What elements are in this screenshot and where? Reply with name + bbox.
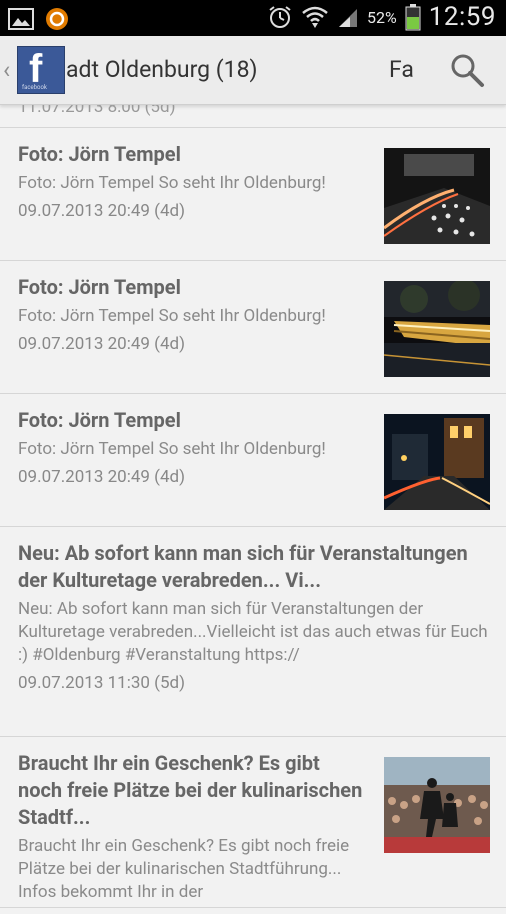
list-item[interactable]: Braucht Ihr ein Geschenk? Es gibt noch f… [0, 737, 506, 908]
gallery-icon [8, 8, 34, 30]
wifi-icon [302, 6, 328, 28]
post-title: Neu: Ab sofort kann man sich für Veranst… [18, 541, 468, 592]
post-date: 09.07.2013 11:30 (5d) [18, 673, 186, 693]
app-notification-icon [46, 8, 68, 30]
list-item[interactable]: Foto: Jörn Tempel Foto: Jörn Tempel So s… [0, 394, 506, 527]
facebook-logo[interactable]: f facebook [17, 46, 65, 94]
post-body: Foto: Jörn Tempel So seht Ihr Oldenburg! [18, 306, 326, 326]
status-bar: 52% 12:59 [0, 0, 506, 36]
post-body: Neu: Ab sofort kann man sich für Veranst… [18, 599, 488, 665]
post-body: Braucht Ihr ein Geschenk? Es gibt noch f… [18, 836, 350, 902]
post-thumbnail [384, 414, 490, 510]
alarm-icon [269, 6, 291, 28]
post-date: 09.07.2013 20:49 (4d) [18, 201, 186, 221]
back-chevron-icon[interactable]: ‹ [3, 56, 10, 84]
list-item[interactable]: Foto: Jörn Tempel Foto: Jörn Tempel So s… [0, 261, 506, 394]
list-item[interactable]: Neu: Ab sofort kann man sich für Veranst… [0, 527, 506, 737]
page-title: adt Oldenburg (18) [66, 56, 258, 83]
post-date: 09.07.2013 20:49 (4d) [18, 467, 186, 487]
post-date: 11.07.2013 8:00 (5d) [18, 105, 176, 117]
post-title: Foto: Jörn Tempel [18, 142, 181, 166]
search-icon[interactable] [449, 52, 485, 88]
post-title: Foto: Jörn Tempel [18, 275, 181, 299]
battery-percent: 52% [367, 7, 397, 27]
post-title: Foto: Jörn Tempel [18, 408, 181, 432]
post-body: Foto: Jörn Tempel So seht Ihr Oldenburg! [18, 173, 326, 193]
logo-caption: facebook [22, 84, 47, 91]
list-item-partial[interactable]: 11.07.2013 8:00 (5d) [0, 105, 506, 128]
post-title: Braucht Ihr ein Geschenk? Es gibt noch f… [18, 751, 363, 829]
fa-button[interactable]: Fa [389, 56, 414, 83]
post-list: 11.07.2013 8:00 (5d) Foto: Jörn Tempel F… [0, 105, 506, 908]
clock: 12:59 [428, 2, 496, 32]
post-thumbnail [384, 281, 490, 377]
battery-icon [405, 4, 421, 31]
post-thumbnail [384, 757, 490, 853]
action-bar: ‹ f facebook adt Oldenburg (18) Fa [0, 36, 506, 105]
list-item[interactable]: Foto: Jörn Tempel Foto: Jörn Tempel So s… [0, 128, 506, 261]
post-thumbnail [384, 148, 490, 244]
post-body: Foto: Jörn Tempel So seht Ihr Oldenburg! [18, 439, 326, 459]
signal-icon [339, 9, 358, 27]
post-date: 09.07.2013 20:49 (4d) [18, 334, 186, 354]
